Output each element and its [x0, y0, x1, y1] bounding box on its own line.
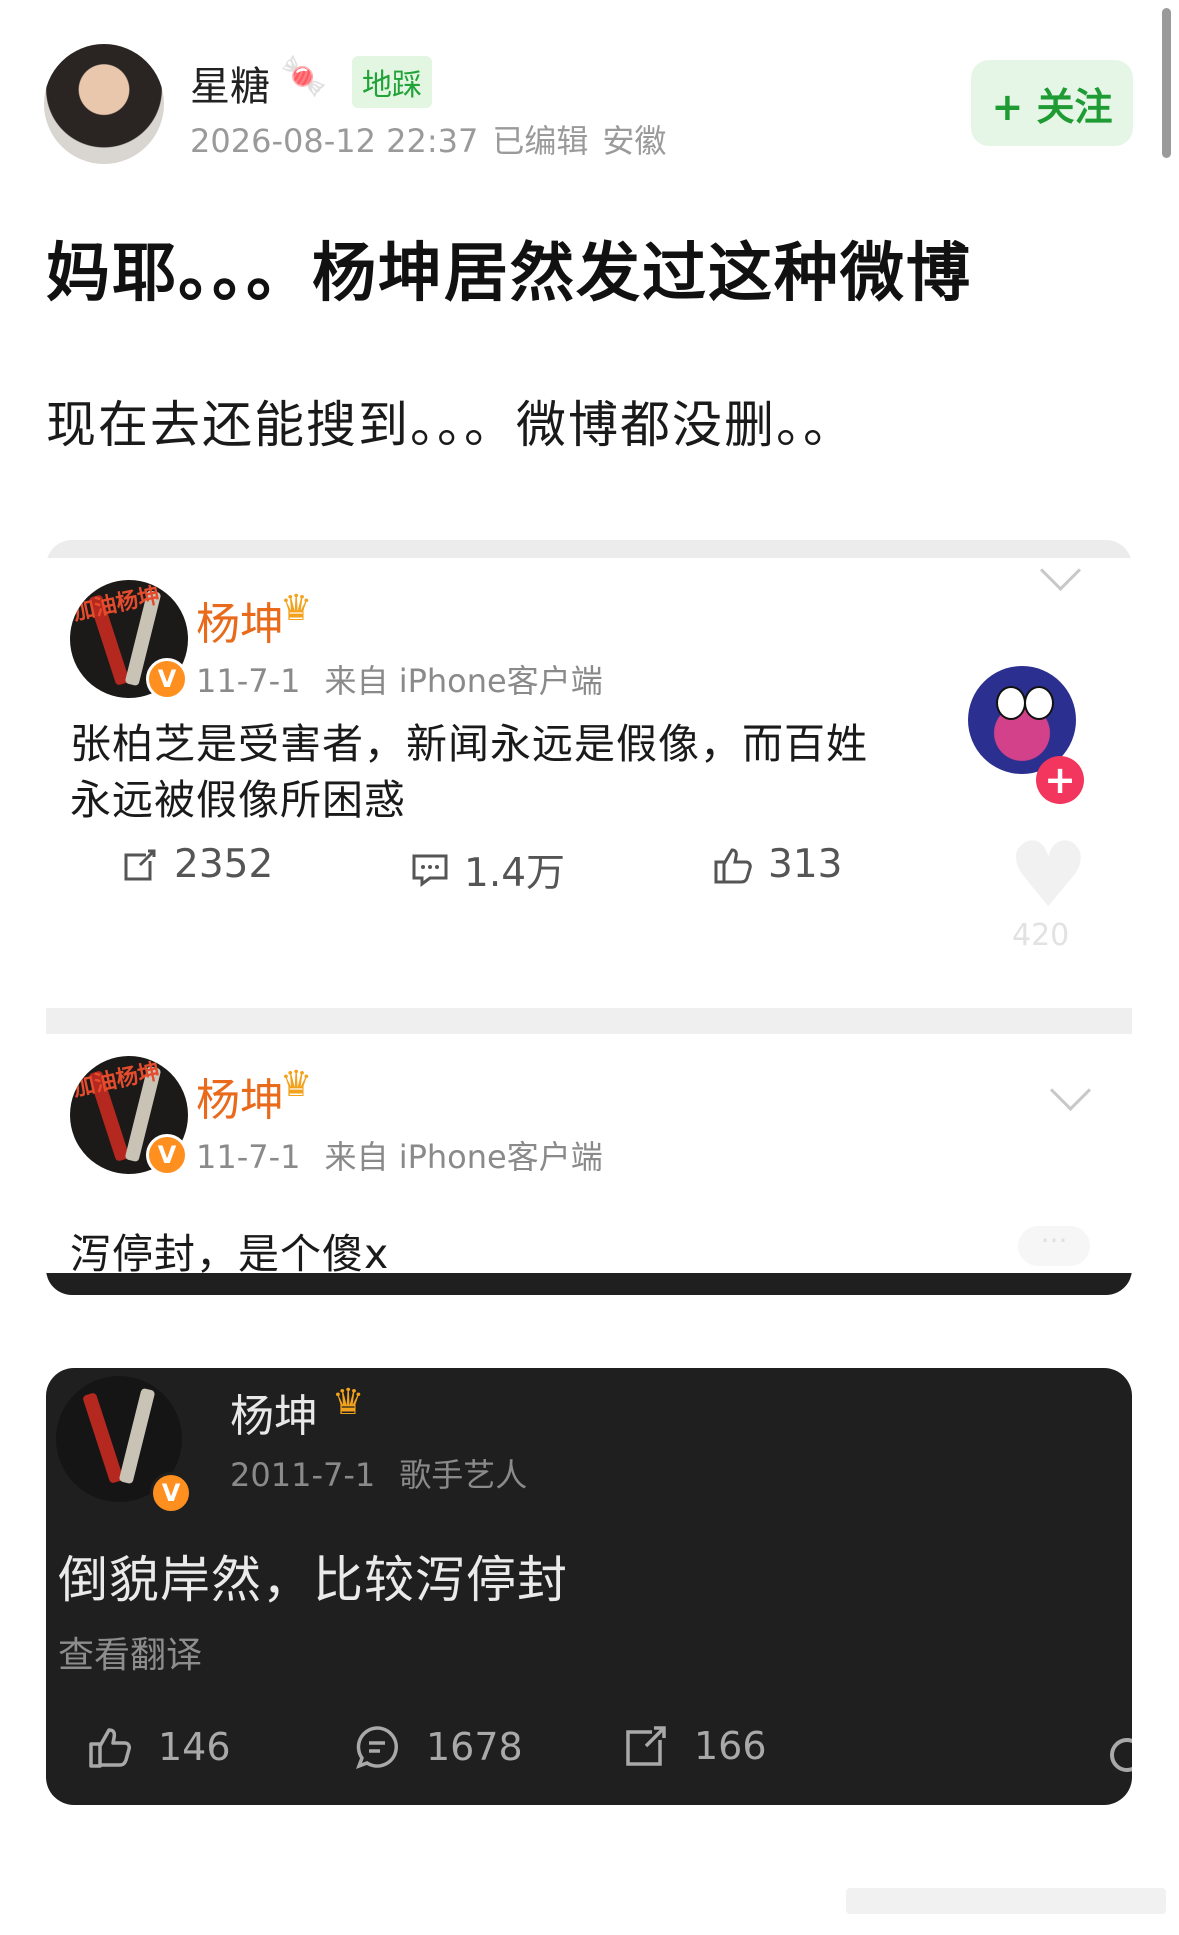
dark-weibo-name: 杨坤 [230, 1391, 318, 1442]
weibo-1-name: 杨坤 [196, 599, 284, 650]
crown-icon: ♛ [332, 1382, 365, 1423]
author-avatar[interactable] [44, 44, 164, 164]
screenshot-bottom-band [46, 1273, 1132, 1295]
share-icon [624, 1724, 668, 1768]
crown-icon: ♛ [280, 1064, 313, 1105]
candy-icon: 🍬 [280, 54, 328, 98]
weibo-1-meta: 11-7-1 来自 iPhone客户端 [196, 656, 603, 702]
post-timestamp: 2026-08-12 22:37 [190, 122, 479, 160]
weibo-1-date: 11-7-1 [196, 662, 301, 700]
bottom-toolbar-edge [846, 1888, 1166, 1914]
weibo-1-repost: 2352 [120, 842, 273, 887]
weibo-1-comment: 1.4万 [410, 842, 565, 898]
author-name[interactable]: 星糖 [190, 54, 270, 112]
weibo-2-meta: 11-7-1 来自 iPhone客户端 [196, 1132, 603, 1178]
post-author-row: 星糖 🍬 地踩 2026-08-12 22:37 已编辑 安徽 + 关注 [44, 44, 1134, 164]
weibo-1-source: 来自 iPhone客户端 [324, 662, 603, 700]
comment-icon [354, 1724, 400, 1770]
card-divider [46, 1008, 1132, 1034]
dark-weibo-text: 倒貌岸然，比较泻停封 [58, 1551, 568, 1609]
weibo-1-repost-count: 2352 [174, 842, 274, 887]
heart-icon: ♥ [1008, 823, 1089, 928]
dark-weibo-share: 166 [624, 1724, 767, 1768]
dark-weibo-role: 歌手艺人 [399, 1456, 528, 1494]
dark-weibo-meta: 2011-7-1 歌手艺人 [230, 1450, 527, 1496]
verified-badge-icon: V [146, 658, 188, 700]
comment-icon [410, 850, 450, 890]
chevron-down-icon [1049, 1069, 1092, 1112]
weibo-2-date: 11-7-1 [196, 1138, 301, 1176]
thumbs-up-icon [86, 1724, 132, 1770]
author-tag-badge: 地踩 [352, 56, 432, 108]
crown-icon: ♛ [280, 588, 313, 629]
verified-badge-icon: V [146, 1134, 188, 1176]
weibo-2-name: 杨坤 [196, 1075, 284, 1126]
share-icon [120, 845, 160, 885]
dark-share-count: 166 [694, 1724, 767, 1768]
weibo-1-text: 张柏芝是受害者，新闻永远是假像，而百姓永远被假像所困惑 [70, 720, 868, 824]
weibo-2-source: 来自 iPhone客户端 [324, 1138, 603, 1176]
dark-like-count: 146 [158, 1725, 231, 1769]
overlay-like-count: 420 [1012, 918, 1070, 953]
dark-weibo-comment: 1678 [354, 1724, 523, 1770]
weibo-1-comment-count: 1.4万 [464, 851, 566, 896]
dark-weibo-like: 146 [86, 1724, 231, 1770]
post-body: 现在去还能搜到。。。微博都没删。。 [46, 396, 855, 454]
plus-icon: + [1036, 756, 1084, 804]
post-title: 妈耶。。。杨坤居然发过这种微博 [46, 237, 972, 311]
post-location: 安徽 [602, 122, 667, 160]
weibo-1-like: 313 [712, 842, 842, 887]
post-edited-label: 已编辑 [492, 122, 589, 160]
translate-link: 查看翻译 [58, 1635, 203, 1676]
thumbs-up-icon [712, 844, 754, 886]
partial-icon [1110, 1738, 1132, 1772]
scrollbar[interactable] [1162, 8, 1171, 158]
follow-button[interactable]: + 关注 [971, 60, 1133, 146]
more-icon: ··· [1018, 1226, 1090, 1266]
dark-comment-count: 1678 [426, 1725, 523, 1769]
weibo-1-like-count: 313 [768, 842, 843, 887]
screenshot-top-band [46, 540, 1132, 558]
weibo-card-1: 加油杨坤 V 杨坤 ♛ 11-7-1 来自 iPhone客户端 张柏芝是受害者，新… [46, 549, 1132, 1295]
verified-badge-icon: V [150, 1472, 192, 1514]
post-meta: 2026-08-12 22:37 已编辑 安徽 [190, 116, 666, 162]
embedded-screenshot-light[interactable]: 加油杨坤 V 杨坤 ♛ 11-7-1 来自 iPhone客户端 张柏芝是受害者，新… [46, 540, 1132, 1295]
embedded-screenshot-dark[interactable]: V 杨坤 ♛ 2011-7-1 歌手艺人 倒貌岸然，比较泻停封 查看翻译 146 … [46, 1368, 1132, 1805]
dark-weibo-date: 2011-7-1 [230, 1456, 376, 1494]
